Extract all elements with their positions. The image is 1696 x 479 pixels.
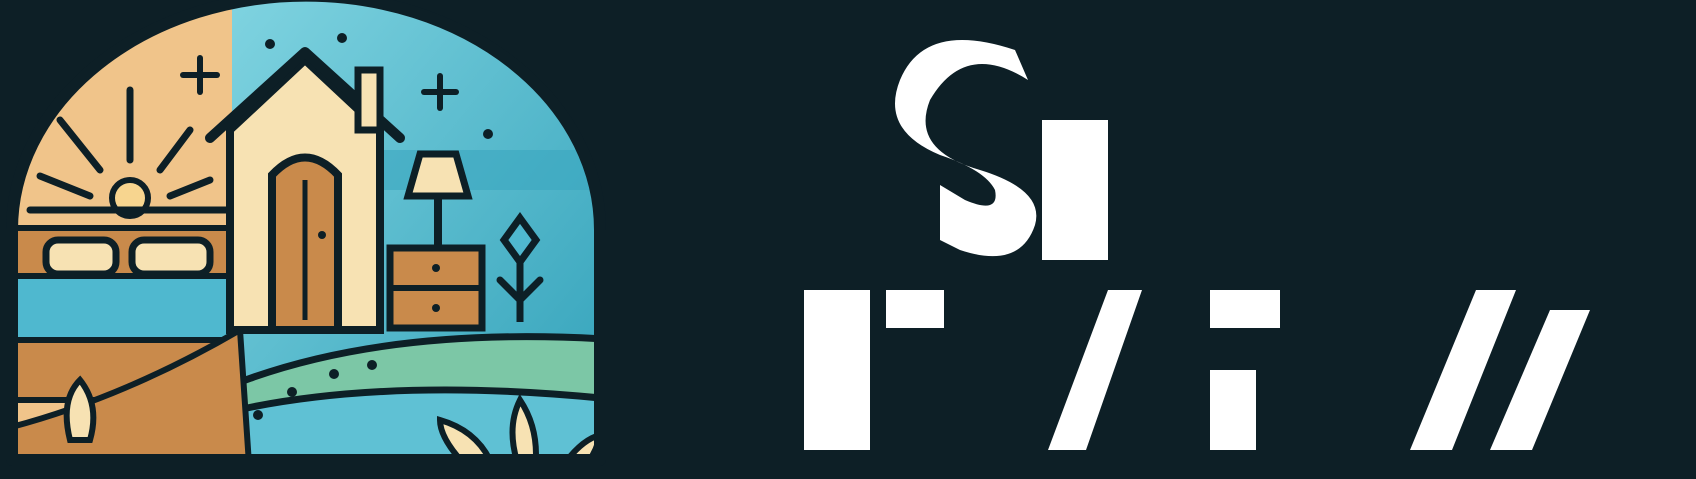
logo-wordmark-shapes — [804, 40, 1590, 450]
logo-emblem-icon — [6, 0, 606, 466]
